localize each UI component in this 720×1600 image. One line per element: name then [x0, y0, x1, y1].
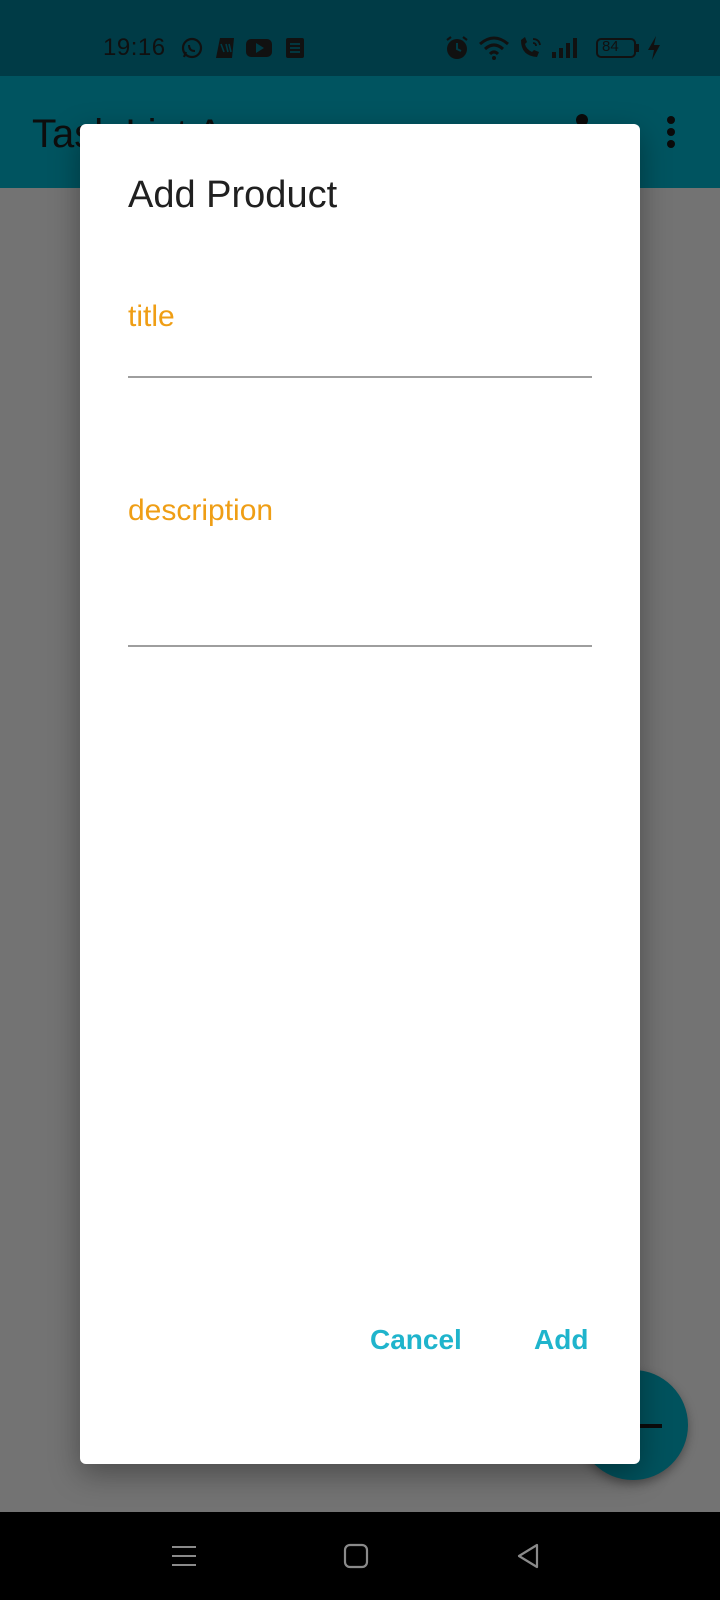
charging-icon [646, 36, 662, 60]
add-product-dialog: Add Product title description Cancel Add [80, 124, 640, 1464]
add-button[interactable]: Add [534, 1324, 588, 1356]
title-input[interactable] [128, 334, 592, 374]
status-time: 19:16 [103, 34, 166, 61]
whatsapp-icon [180, 36, 204, 60]
alarm-icon [444, 36, 470, 60]
title-field-underline [128, 376, 592, 378]
home-icon[interactable] [332, 1534, 380, 1578]
signal-icon [552, 36, 580, 60]
wifi-icon [478, 36, 510, 60]
battery-level: 84 [602, 38, 619, 55]
system-nav-bar [0, 1512, 720, 1600]
description-field-underline [128, 645, 592, 647]
cancel-button[interactable]: Cancel [370, 1324, 462, 1356]
overflow-menu-icon[interactable] [656, 112, 686, 152]
back-icon[interactable] [504, 1534, 552, 1578]
wifi-call-icon [518, 36, 544, 60]
myjio-icon [214, 36, 238, 60]
battery-icon: 84 [596, 36, 640, 60]
dialog-title: Add Product [128, 174, 338, 216]
youtube-icon [246, 36, 272, 60]
plus-icon [640, 1424, 662, 1428]
description-input[interactable] [128, 544, 592, 640]
title-field-label: title [128, 300, 175, 333]
description-field-label: description [128, 494, 274, 527]
status-bar: 19:16 84 [0, 0, 720, 76]
menu-icon[interactable] [160, 1534, 208, 1578]
notes-icon [284, 36, 306, 60]
